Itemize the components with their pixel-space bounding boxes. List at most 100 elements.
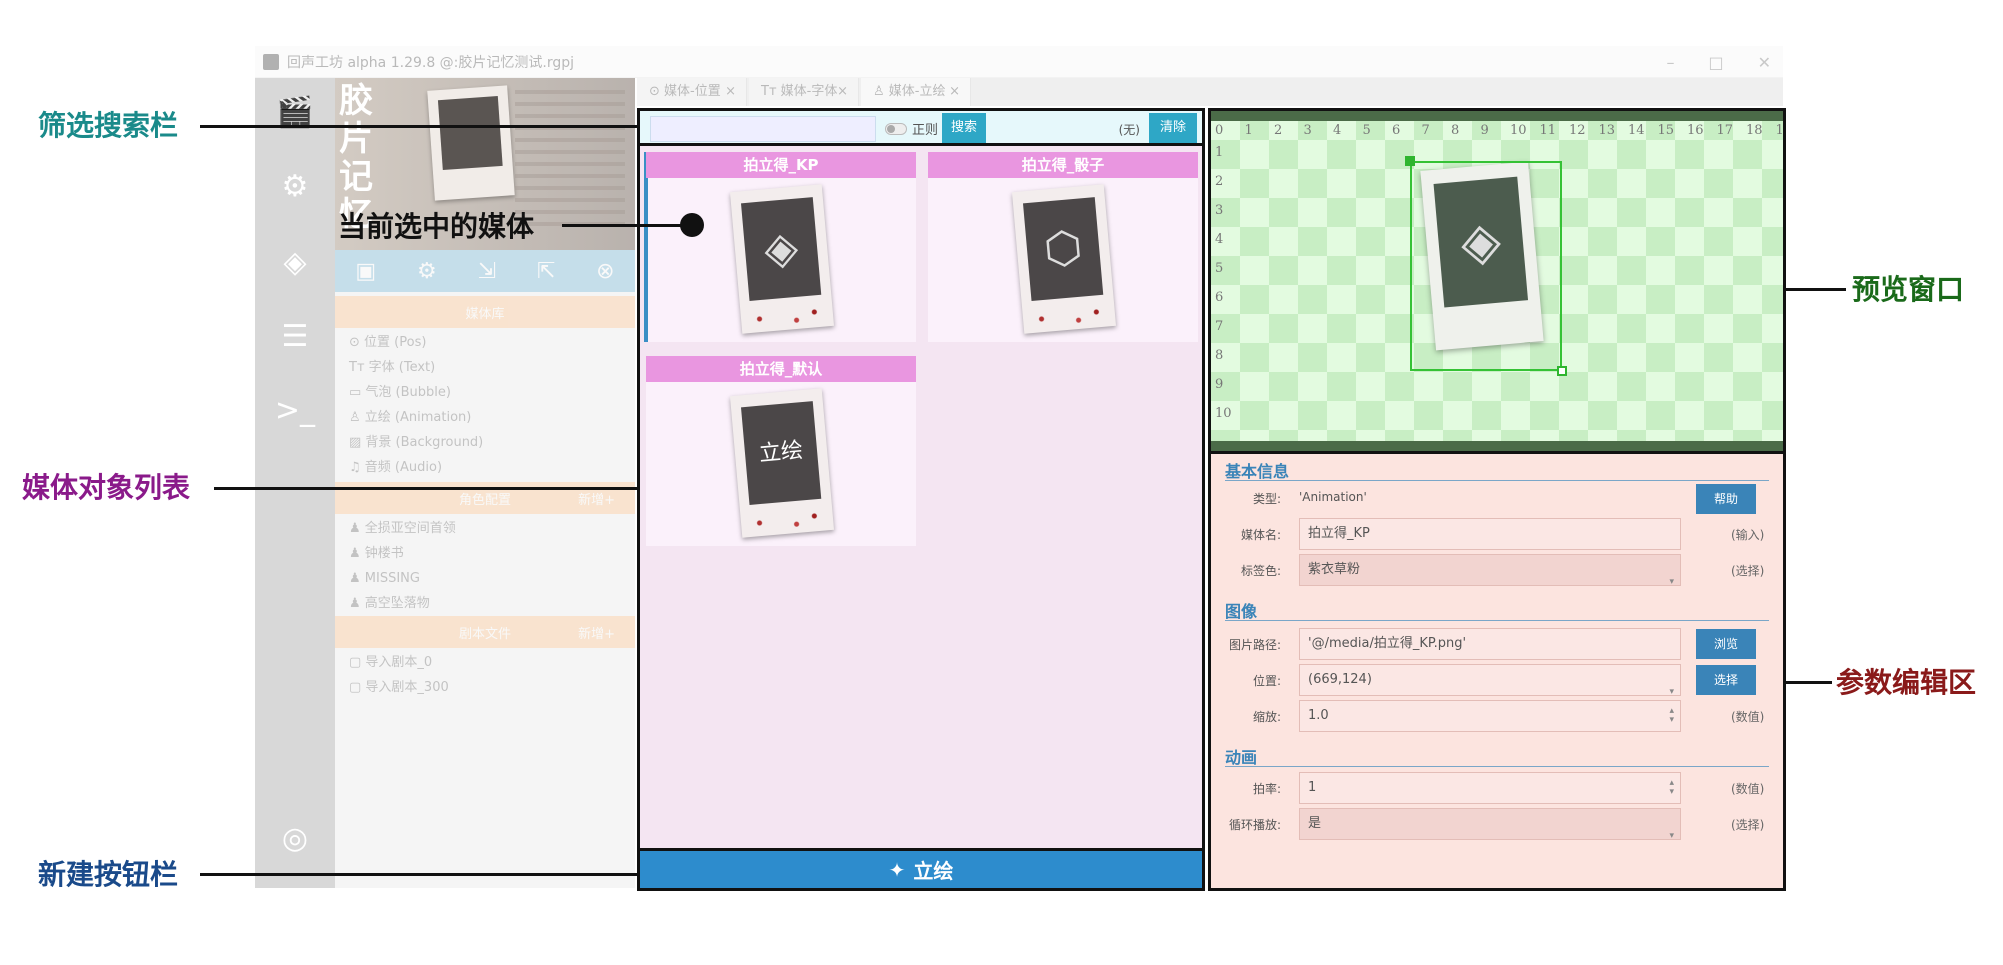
ruler-y-tick: 5: [1215, 261, 1224, 276]
search-button[interactable]: 搜索: [942, 113, 986, 143]
regex-toggle[interactable]: [885, 123, 907, 135]
media-card-title: 拍立得_骰子: [928, 152, 1198, 178]
tab-animation[interactable]: ♙ 媒体-立绘 ×: [861, 78, 971, 106]
ruler-x-tick: 18: [1746, 123, 1763, 138]
browse-button[interactable]: 浏览: [1696, 629, 1756, 659]
sidebar-item[interactable]: ♙ 立绘 (Animation): [349, 405, 471, 430]
callout-media-list: 媒体对象列表: [22, 471, 191, 504]
ruler-y-tick: 2: [1215, 174, 1224, 189]
regex-label: 正则: [912, 123, 939, 138]
scale-label: 缩放:: [1252, 710, 1281, 724]
export-icon[interactable]: ⇱: [537, 259, 555, 284]
gear-icon[interactable]: ⚙: [273, 164, 317, 208]
tab-font[interactable]: Tт 媒体-字体 ×: [749, 78, 859, 106]
media-thumbnail: ⬡: [1011, 184, 1117, 334]
sidebar-item[interactable]: ▢ 导入剧本_0: [349, 650, 432, 675]
media-thumbnail: 立绘: [729, 388, 835, 538]
import-icon[interactable]: ⇲: [478, 259, 496, 284]
ruler-y-tick: 9: [1215, 377, 1224, 392]
ruler-y-tick: 10: [1215, 406, 1232, 421]
ruler-x-tick: 1: [1775, 123, 1784, 138]
ruler-x-tick: 12: [1569, 123, 1586, 138]
sidebar-item[interactable]: ♫ 音频 (Audio): [349, 455, 442, 480]
media-card[interactable]: 拍立得_默认 立绘: [646, 356, 916, 546]
clear-button[interactable]: 清除: [1149, 113, 1197, 143]
selection-box[interactable]: [1410, 161, 1562, 371]
ruler-y-tick: 8: [1215, 348, 1224, 363]
ruler-x-tick: 16: [1687, 123, 1704, 138]
layers-icon[interactable]: ◈: [273, 240, 317, 284]
sidebar-item[interactable]: ⊙ 位置 (Pos): [349, 330, 426, 355]
media-thumbnail: ◈: [729, 184, 835, 334]
ruler-x-tick: 17: [1716, 123, 1734, 138]
ruler-x-tick: 4: [1333, 123, 1342, 138]
type-label: 类型:: [1252, 492, 1281, 506]
screenshot-root: { "window": { "title": "回声工坊 alpha 1.29.…: [0, 0, 2003, 965]
loop-label: 循环播放:: [1228, 818, 1281, 832]
tab-position[interactable]: ⊙ 媒体-位置 ×: [637, 78, 747, 106]
callout-param-editor: 参数编辑区: [1836, 666, 1977, 699]
settings-icon[interactable]: ⚙: [417, 259, 437, 284]
choose-position-button[interactable]: 选择: [1696, 665, 1756, 695]
preview-canvas[interactable]: 0 1 2 3 4 5 6 7 8 9 10 11 12 13 14 15 16 17 18 1 1234567891…: [1211, 111, 1783, 451]
filter-bar: 正则 搜索 (无) 清除: [637, 108, 1205, 146]
ruler-x-tick: 9: [1480, 123, 1489, 138]
search-input[interactable]: [650, 116, 876, 142]
maximize-button[interactable]: □: [1708, 53, 1723, 72]
section-animation: 动画: [1225, 748, 1258, 767]
sidebar-item[interactable]: ▢ 导入剧本_300: [349, 675, 449, 700]
preview-bottom-bar: [1211, 441, 1783, 451]
callout-dot: [680, 213, 704, 237]
callout-line: [1786, 288, 1846, 291]
media-name-input[interactable]: 拍立得_KP: [1299, 518, 1681, 550]
sidebar-item[interactable]: ♟ 全损亚空间首领: [349, 516, 456, 541]
tag-color-select[interactable]: 紫衣草粉 ▾: [1299, 554, 1681, 587]
close-circle-icon[interactable]: ⊗: [596, 259, 614, 284]
list-icon[interactable]: ☰: [273, 314, 317, 358]
terminal-icon[interactable]: >_: [273, 388, 317, 432]
move-handle[interactable]: [1405, 156, 1415, 166]
media-card-title: 拍立得_KP: [646, 152, 916, 178]
media-name-hint: (输入): [1731, 528, 1765, 542]
save-icon[interactable]: ▣: [355, 259, 376, 284]
sidebar-item[interactable]: ▭ 气泡 (Bubble): [349, 380, 451, 405]
image-path-input[interactable]: '@/media/拍立得_KP.png': [1299, 628, 1681, 660]
stepper-arrows-icon: ▴ ▾: [1669, 706, 1674, 725]
banner-polaroid: [427, 85, 515, 201]
sparkle-icon: ✦: [888, 857, 906, 882]
new-media-label: 立绘: [913, 859, 954, 883]
tick-stepper[interactable]: 1 ▴ ▾: [1299, 772, 1681, 804]
media-card-title: 拍立得_默认: [646, 356, 916, 382]
media-list: 拍立得_KP ◈ 拍立得_骰子 ⬡ 拍立得_默认 立绘: [637, 146, 1205, 851]
section-header-scripts[interactable]: 剧本文件 新增+: [335, 616, 635, 648]
window-title: 回声工坊 alpha 1.29.8 @:胶片记忆测试.rgpj: [287, 54, 575, 71]
section-header-media[interactable]: 媒体库: [335, 296, 635, 328]
callout-line: [200, 125, 637, 128]
tick-label: 拍率:: [1252, 782, 1281, 796]
new-media-button[interactable]: ✦ 立绘: [637, 851, 1205, 891]
position-select[interactable]: (669,124) ▾: [1299, 664, 1681, 697]
close-button[interactable]: ✕: [1758, 53, 1771, 72]
ruler-y-tick: 3: [1215, 203, 1224, 218]
media-card[interactable]: 拍立得_KP ◈: [644, 152, 916, 342]
sidebar-item[interactable]: Tт 字体 (Text): [349, 355, 435, 380]
tag-color-label: 标签色:: [1240, 564, 1281, 578]
sidebar-item[interactable]: ♟ 高空坠落物: [349, 591, 430, 616]
sidebar-item[interactable]: ♟ MISSING: [349, 566, 420, 591]
loop-hint: (选择): [1731, 818, 1765, 832]
callout-new-button-bar: 新建按钮栏: [38, 858, 179, 891]
ruler-x-tick: 8: [1451, 123, 1460, 138]
minimize-button[interactable]: –: [1666, 53, 1674, 72]
loop-select[interactable]: 是 ▾: [1299, 808, 1681, 841]
ruler-x-tick: 10: [1510, 123, 1527, 138]
resize-handle[interactable]: [1557, 366, 1567, 376]
help-button[interactable]: 帮助: [1696, 484, 1756, 514]
sidebar-item[interactable]: ♟ 钟楼书: [349, 541, 404, 566]
ruler-x-tick: 2: [1274, 123, 1283, 138]
tag-color-hint: (选择): [1731, 564, 1765, 578]
media-card[interactable]: 拍立得_骰子 ⬡: [928, 152, 1198, 342]
scale-stepper[interactable]: 1.0 ▴ ▾: [1299, 700, 1681, 732]
type-value: 'Animation': [1299, 490, 1367, 504]
tab-bar: ⊙ 媒体-位置 × Tт 媒体-字体 × ♙ 媒体-立绘 ×: [637, 78, 1783, 106]
sidebar-item[interactable]: ▨ 背景 (Background): [349, 430, 483, 455]
